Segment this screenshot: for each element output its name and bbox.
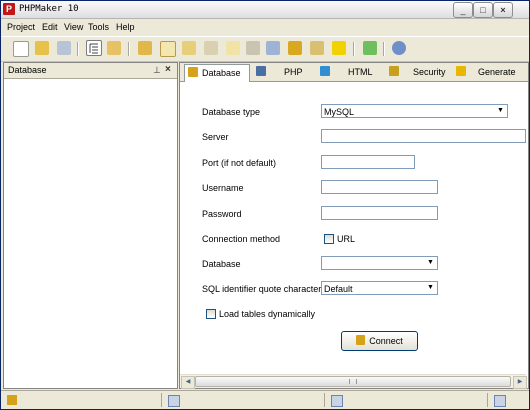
tab-generate[interactable]: Generate bbox=[453, 64, 521, 80]
connect-db-icon bbox=[356, 335, 366, 345]
status-bar bbox=[1, 390, 529, 409]
status-database-icon bbox=[7, 395, 17, 405]
toolbar-separator bbox=[383, 42, 385, 56]
password-label: Password bbox=[202, 209, 242, 219]
menu-project[interactable]: Project bbox=[7, 22, 35, 32]
database-type-value: MySQL bbox=[324, 107, 355, 117]
username-field[interactable] bbox=[321, 180, 438, 194]
user-levels-icon[interactable] bbox=[310, 41, 324, 55]
user-table-icon[interactable] bbox=[226, 41, 240, 55]
status-divider bbox=[324, 393, 325, 407]
url-checkbox[interactable] bbox=[324, 234, 334, 244]
port-field[interactable] bbox=[321, 155, 415, 169]
lock-icon[interactable] bbox=[288, 41, 302, 55]
database-type-label: Database type bbox=[202, 107, 261, 117]
status-divider bbox=[487, 393, 488, 407]
link-table-icon[interactable] bbox=[204, 41, 218, 55]
database-label: Database bbox=[202, 259, 241, 269]
tab-security[interactable]: Security bbox=[386, 64, 448, 80]
panel-icon[interactable] bbox=[107, 41, 121, 55]
tree-view-icon[interactable] bbox=[86, 40, 102, 56]
tab-database-label: Database bbox=[202, 68, 241, 78]
connect-button-label: Connect bbox=[369, 336, 403, 346]
database-tab-icon bbox=[188, 67, 198, 77]
username-label: Username bbox=[202, 183, 244, 193]
database-panel: Database ⊥ × bbox=[3, 62, 178, 389]
tab-html-label: HTML bbox=[348, 67, 373, 77]
load-tables-label: Load tables dynamically bbox=[219, 309, 316, 319]
app-window: P PHPMaker 10 _ □ × Project Edit View To… bbox=[0, 0, 530, 410]
html-tab-icon bbox=[320, 66, 330, 76]
table-icon[interactable] bbox=[160, 41, 176, 57]
title-bar[interactable]: P PHPMaker 10 _ □ × bbox=[1, 1, 529, 19]
quote-char-value: Default bbox=[324, 284, 353, 294]
chevron-down-icon: ▼ bbox=[427, 284, 434, 291]
panel-close-icon[interactable]: × bbox=[165, 64, 171, 75]
server-field[interactable] bbox=[321, 129, 526, 143]
custom-view-icon[interactable] bbox=[182, 41, 196, 55]
tab-security-label: Security bbox=[413, 67, 446, 77]
toolbar-separator bbox=[128, 42, 130, 56]
tab-php-label: PHP bbox=[284, 67, 303, 77]
php-tab-icon bbox=[256, 66, 266, 76]
connect-button[interactable]: Connect bbox=[341, 331, 418, 351]
status-view-icon bbox=[494, 395, 506, 407]
add-table-icon[interactable] bbox=[138, 41, 152, 55]
database-select[interactable]: ▼ bbox=[321, 256, 438, 270]
url-checkbox-label: URL bbox=[337, 234, 356, 244]
database-type-select[interactable]: MySQL ▼ bbox=[321, 104, 508, 118]
menu-tools[interactable]: Tools bbox=[88, 22, 109, 32]
quote-char-select[interactable]: Default ▼ bbox=[321, 281, 438, 295]
port-label: Port (if not default) bbox=[202, 158, 277, 168]
tab-html[interactable]: HTML bbox=[317, 64, 373, 80]
grip-icon bbox=[349, 379, 357, 384]
toolbar bbox=[1, 36, 529, 62]
database-tree[interactable] bbox=[4, 79, 177, 388]
refresh-icon[interactable] bbox=[363, 41, 377, 55]
tab-database[interactable]: Database bbox=[184, 64, 250, 82]
tab-php[interactable]: PHP bbox=[253, 64, 303, 80]
scroll-left-icon[interactable]: ◀ bbox=[181, 376, 195, 389]
menu-help[interactable]: Help bbox=[116, 22, 135, 32]
generate-icon[interactable] bbox=[332, 41, 346, 55]
database-panel-header: Database ⊥ × bbox=[4, 63, 177, 79]
help-icon[interactable] bbox=[392, 41, 406, 55]
maximize-button[interactable]: □ bbox=[473, 2, 493, 18]
quote-char-label: SQL identifier quote character bbox=[202, 284, 322, 294]
edit-table-icon[interactable] bbox=[246, 41, 260, 55]
tree-view-glyph bbox=[89, 43, 98, 54]
settings-panel: Database PHP HTML Security Generate Data… bbox=[179, 62, 529, 389]
chevron-down-icon: ▼ bbox=[427, 259, 434, 266]
close-button[interactable]: × bbox=[493, 2, 513, 18]
connection-method-label: Connection method bbox=[202, 234, 281, 244]
menu-bar: Project Edit View Tools Help bbox=[1, 19, 529, 35]
field-icon[interactable] bbox=[266, 41, 280, 55]
toolbar-separator bbox=[353, 42, 355, 56]
app-logo-icon: P bbox=[3, 3, 15, 15]
scroll-right-icon[interactable]: ▶ bbox=[513, 376, 527, 389]
new-project-icon[interactable] bbox=[13, 41, 29, 57]
pin-icon[interactable]: ⊥ bbox=[153, 65, 161, 76]
generate-tab-icon bbox=[456, 66, 466, 76]
status-panel-icon bbox=[168, 395, 180, 407]
horizontal-scrollbar[interactable]: ◀ ▶ bbox=[180, 374, 527, 389]
toolbar-separator bbox=[77, 42, 79, 56]
tab-bar: Database PHP HTML Security Generate bbox=[180, 63, 528, 82]
menu-view[interactable]: View bbox=[64, 22, 83, 32]
save-project-icon[interactable] bbox=[57, 41, 71, 55]
scroll-thumb[interactable] bbox=[195, 376, 511, 387]
password-field[interactable] bbox=[321, 206, 438, 220]
tab-generate-label: Generate bbox=[478, 67, 516, 77]
database-panel-title: Database bbox=[8, 65, 47, 75]
status-divider bbox=[161, 393, 162, 407]
chevron-down-icon: ▼ bbox=[497, 107, 504, 114]
load-tables-checkbox[interactable] bbox=[206, 309, 216, 319]
server-label: Server bbox=[202, 132, 229, 142]
minimize-button[interactable]: _ bbox=[453, 2, 473, 18]
menu-edit[interactable]: Edit bbox=[42, 22, 58, 32]
security-tab-icon bbox=[389, 66, 399, 76]
window-title: PHPMaker 10 bbox=[19, 4, 79, 14]
status-info-icon bbox=[331, 395, 343, 407]
open-project-icon[interactable] bbox=[35, 41, 49, 55]
